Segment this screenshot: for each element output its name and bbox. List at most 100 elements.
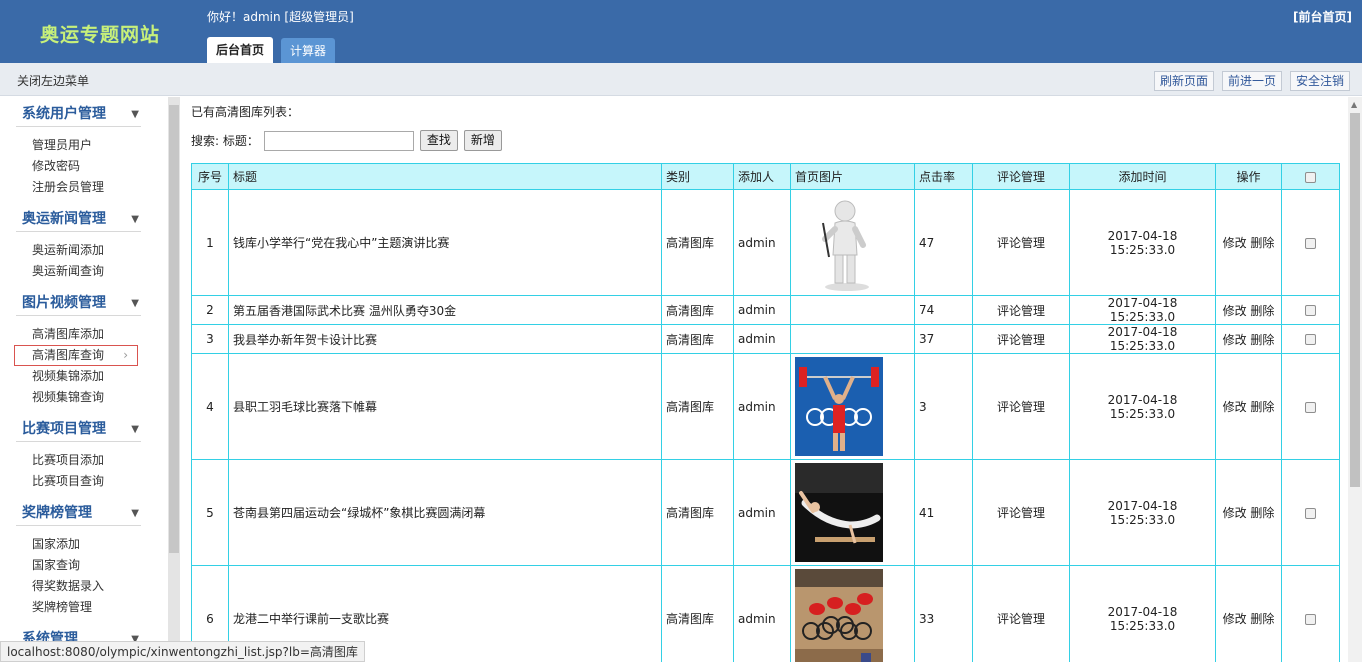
comment-manage-link[interactable]: 评论管理: [972, 353, 1070, 460]
sidebar-item-members[interactable]: 注册会员管理: [16, 177, 141, 198]
sidebar-scrollbar[interactable]: [168, 97, 180, 645]
edit-link[interactable]: 修改: [1223, 236, 1247, 250]
row-checkbox[interactable]: [1305, 401, 1316, 413]
caret-down-icon: ▼: [131, 424, 139, 435]
sidebar-item-country-query[interactable]: 国家查询: [16, 555, 141, 576]
table-header-row: 序号 标题 类别 添加人 首页图片 点击率 评论管理 添加时间 操作: [191, 163, 1340, 190]
group-title-label: 图片视频管理: [22, 295, 106, 311]
gallery-table: 序号 标题 类别 添加人 首页图片 点击率 评论管理 添加时间 操作 1 钱库小…: [191, 163, 1340, 662]
sidebar-item-video-add[interactable]: 视频集锦添加: [16, 366, 141, 387]
col-header-no: 序号: [191, 163, 229, 190]
logout-button[interactable]: 安全注销: [1289, 71, 1350, 91]
delete-link[interactable]: 删除: [1250, 506, 1274, 520]
sidebar-item-gallery-query[interactable]: 高清图库查询 ›: [14, 345, 138, 366]
sidebar-group: 奥运新闻管理 ▼ 奥运新闻添加 奥运新闻查询: [16, 206, 141, 286]
sidebar-group-title[interactable]: 图片视频管理 ▼: [16, 290, 141, 316]
search-button[interactable]: 查找: [419, 130, 458, 151]
refresh-page-button[interactable]: 刷新页面: [1153, 71, 1214, 91]
comment-manage-link[interactable]: 评论管理: [972, 295, 1070, 325]
tab-calculator[interactable]: 计算器: [281, 38, 336, 64]
group-title-label: 奖牌榜管理: [22, 505, 92, 521]
caret-down-icon: ▼: [131, 298, 139, 309]
sidebar-group-title[interactable]: 奥运新闻管理 ▼: [16, 206, 141, 232]
sidebar-item-gallery-add[interactable]: 高清图库添加: [16, 324, 141, 345]
cell-category: 高清图库: [661, 189, 734, 296]
main-scrollbar[interactable]: ▲: [1348, 97, 1362, 662]
cell-title: 第五届香港国际武术比赛 温州队勇夺30金: [228, 295, 662, 325]
sidebar-group-title[interactable]: 奖牌榜管理 ▼: [16, 500, 141, 526]
edit-link[interactable]: 修改: [1223, 333, 1247, 347]
col-header-time: 添加时间: [1069, 163, 1216, 190]
cell-category: 高清图库: [661, 353, 734, 460]
search-bar: 搜索: 标题： 查找 新增: [191, 130, 502, 151]
sidebar-item-medal-table[interactable]: 奖牌榜管理: [16, 597, 141, 618]
cell-no: 3: [191, 324, 229, 354]
comment-manage-link[interactable]: 评论管理: [972, 324, 1070, 354]
add-button[interactable]: 新增: [463, 130, 502, 151]
comment-manage-link[interactable]: 评论管理: [972, 459, 1070, 566]
cell-clicks: 3: [914, 353, 973, 460]
select-all-checkbox[interactable]: [1305, 171, 1316, 183]
cell-clicks: 47: [914, 189, 973, 296]
tab-admin-home[interactable]: 后台首页: [207, 37, 274, 63]
edit-link[interactable]: 修改: [1223, 400, 1247, 414]
row-checkbox[interactable]: [1305, 507, 1316, 519]
sidebar-item-video-query[interactable]: 视频集锦查询: [16, 387, 141, 408]
cell-no: 5: [191, 459, 229, 566]
col-header-actions: 操作: [1215, 163, 1282, 190]
delete-link[interactable]: 删除: [1250, 333, 1274, 347]
comment-manage-link[interactable]: 评论管理: [972, 565, 1070, 662]
close-left-menu-link[interactable]: 关闭左边菜单: [17, 72, 89, 89]
scroll-up-arrow-icon[interactable]: ▲: [1351, 100, 1357, 109]
main-scroll-thumb[interactable]: [1350, 113, 1360, 487]
sidebar-item-award-entry[interactable]: 得奖数据录入: [16, 576, 141, 597]
sidebar-item-event-add[interactable]: 比赛项目添加: [16, 450, 141, 471]
sub-toolbar: 关闭左边菜单 刷新页面 前进一页 安全注销: [0, 63, 1362, 96]
title-search-input[interactable]: [263, 130, 414, 151]
row-checkbox[interactable]: [1305, 305, 1316, 316]
sidebar-group: 比赛项目管理 ▼ 比赛项目添加 比赛项目查询: [16, 416, 141, 496]
sidebar-item-admin-users[interactable]: 管理员用户: [16, 135, 141, 156]
sidebar-scroll-thumb[interactable]: [169, 105, 179, 553]
cell-image: [790, 353, 915, 460]
sidebar-item-event-query[interactable]: 比赛项目查询: [16, 471, 141, 492]
cell-select: [1281, 324, 1340, 354]
cell-author: admin: [733, 565, 791, 662]
sidebar-item-news-query[interactable]: 奥运新闻查询: [16, 261, 141, 282]
sidebar-item-label: 高清图库查询: [32, 348, 105, 362]
table-row: 1 钱库小学举行“党在我心中”主题演讲比赛 高清图库 admin 47 评论管理…: [191, 189, 1340, 296]
edit-link[interactable]: 修改: [1223, 612, 1247, 626]
site-logo: 奥运专题网站: [40, 24, 161, 46]
col-header-image: 首页图片: [790, 163, 915, 190]
list-title: 已有高清图库列表：: [191, 105, 300, 119]
delete-link[interactable]: 删除: [1250, 400, 1274, 414]
sidebar-group-title[interactable]: 系统用户管理 ▼: [16, 101, 141, 127]
cell-author: admin: [733, 459, 791, 566]
sidebar-item-change-password[interactable]: 修改密码: [16, 156, 141, 177]
sidebar-item-news-add[interactable]: 奥运新闻添加: [16, 240, 141, 261]
cell-author: admin: [733, 189, 791, 296]
left-sidebar: 系统用户管理 ▼ 管理员用户 修改密码 注册会员管理 奥运新闻管理 ▼ 奥运新闻添加…: [0, 97, 168, 645]
delete-link[interactable]: 删除: [1250, 612, 1274, 626]
delete-link[interactable]: 删除: [1250, 236, 1274, 250]
edit-link[interactable]: 修改: [1223, 304, 1247, 318]
forward-page-button[interactable]: 前进一页: [1221, 71, 1282, 91]
group-title-label: 系统用户管理: [22, 106, 106, 122]
row-checkbox[interactable]: [1305, 237, 1316, 249]
search-label: 搜索: 标题：: [191, 134, 259, 148]
front-page-link[interactable]: [前台首页]: [1293, 8, 1352, 25]
edit-link[interactable]: 修改: [1223, 506, 1247, 520]
col-header-author: 添加人: [733, 163, 791, 190]
delete-link[interactable]: 删除: [1250, 304, 1274, 318]
comment-manage-link[interactable]: 评论管理: [972, 189, 1070, 296]
sidebar-group-title[interactable]: 比赛项目管理 ▼: [16, 416, 141, 442]
col-header-category: 类别: [661, 163, 734, 190]
row-checkbox[interactable]: [1305, 613, 1316, 625]
col-header-comments: 评论管理: [972, 163, 1070, 190]
sidebar-item-country-add[interactable]: 国家添加: [16, 534, 141, 555]
cell-author: admin: [733, 353, 791, 460]
chevron-right-icon: ›: [123, 348, 128, 362]
row-checkbox[interactable]: [1305, 334, 1316, 345]
cell-actions: 修改 删除: [1215, 353, 1282, 460]
cell-image: [790, 459, 915, 566]
